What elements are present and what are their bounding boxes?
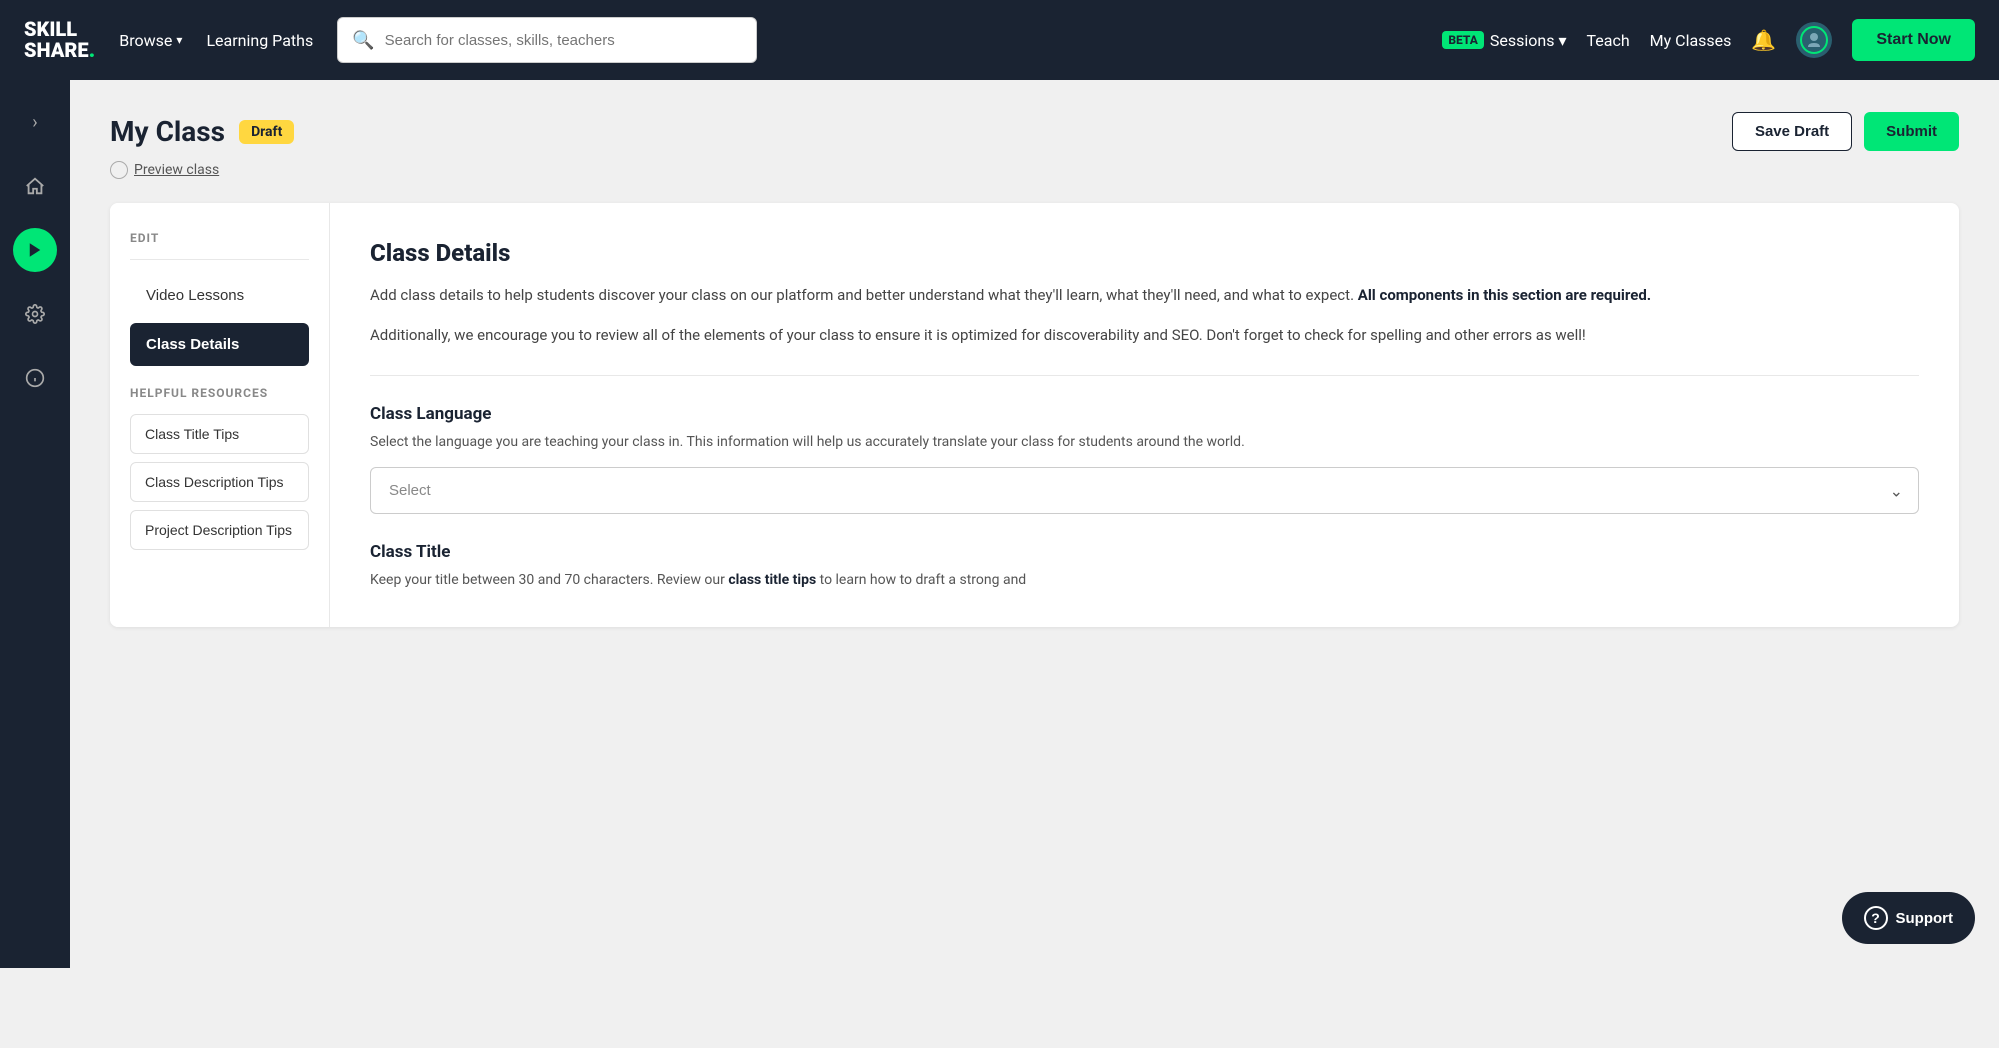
- resource-project-description-tips[interactable]: Project Description Tips: [130, 510, 309, 550]
- card-container: EDIT Video Lessons Class Details HELPFUL…: [110, 203, 1959, 627]
- search-icon: 🔍: [352, 30, 374, 51]
- draft-badge: Draft: [239, 120, 294, 144]
- resource-class-description-tips[interactable]: Class Description Tips: [130, 462, 309, 502]
- sidebar-home-btn[interactable]: [13, 164, 57, 208]
- search-bar[interactable]: 🔍: [337, 17, 757, 63]
- right-panel: Class Details Add class details to help …: [330, 203, 1959, 627]
- logo-share: SHARE: [24, 40, 89, 61]
- start-now-button[interactable]: Start Now: [1852, 19, 1975, 61]
- submit-button[interactable]: Submit: [1864, 112, 1959, 151]
- section-desc: Add class details to help students disco…: [370, 283, 1919, 307]
- learning-paths-nav[interactable]: Learning Paths: [206, 31, 313, 50]
- section-title: Class Details: [370, 239, 1919, 267]
- beta-badge: BETA: [1442, 31, 1484, 49]
- page-title-row: My Class Draft: [110, 115, 294, 148]
- support-button[interactable]: ? Support: [1842, 892, 1976, 944]
- resource-class-title-tips[interactable]: Class Title Tips: [130, 414, 309, 454]
- nav-right: BETA Sessions ▾ Teach My Classes 🔔 Start…: [1442, 19, 1975, 61]
- preview-circle-icon: [110, 161, 128, 179]
- page-header: My Class Draft Save Draft Submit: [110, 112, 1959, 151]
- save-draft-button[interactable]: Save Draft: [1732, 112, 1852, 151]
- page-wrapper: › My Class Draft Save Draft Submit: [0, 80, 1999, 968]
- page-title: My Class: [110, 115, 225, 148]
- edit-label: EDIT: [130, 231, 309, 245]
- class-language-field: Class Language Select the language you a…: [370, 404, 1919, 514]
- sidebar-expand-btn[interactable]: ›: [13, 100, 57, 144]
- left-panel: EDIT Video Lessons Class Details HELPFUL…: [110, 203, 330, 627]
- avatar[interactable]: [1796, 22, 1832, 58]
- my-classes-nav[interactable]: My Classes: [1650, 31, 1732, 50]
- logo[interactable]: SKILL SHARE .: [24, 19, 95, 62]
- logo-skill: SKILL: [24, 19, 77, 40]
- helpful-resources-label: HELPFUL RESOURCES: [130, 386, 309, 400]
- menu-item-class-details[interactable]: Class Details: [130, 323, 309, 366]
- language-select[interactable]: Select English Spanish French German Por…: [370, 467, 1919, 514]
- sidebar: ›: [0, 80, 70, 968]
- support-question-icon: ?: [1864, 906, 1888, 930]
- preview-class-link[interactable]: Preview class: [110, 161, 1959, 179]
- sessions-nav[interactable]: BETA Sessions ▾: [1442, 31, 1566, 50]
- menu-item-video-lessons[interactable]: Video Lessons: [130, 274, 309, 317]
- sessions-label: Sessions ▾: [1490, 31, 1567, 50]
- language-select-wrapper: Select English Spanish French German Por…: [370, 467, 1919, 514]
- navbar: SKILL SHARE . Browse ▾ Learning Paths 🔍 …: [0, 0, 1999, 80]
- language-label: Class Language: [370, 404, 1919, 424]
- avatar-inner: [1800, 26, 1828, 54]
- notifications-icon[interactable]: 🔔: [1751, 28, 1776, 52]
- class-title-tips-link[interactable]: class title tips: [728, 572, 816, 588]
- menu-divider: [130, 259, 309, 260]
- title-desc: Keep your title between 30 and 70 charac…: [370, 570, 1919, 591]
- sidebar-gear-btn[interactable]: [13, 292, 57, 336]
- browse-chevron-icon: ▾: [176, 33, 182, 47]
- sidebar-play-btn[interactable]: [13, 228, 57, 272]
- sidebar-info-btn[interactable]: [13, 356, 57, 400]
- logo-dot: .: [89, 40, 96, 62]
- header-actions: Save Draft Submit: [1732, 112, 1959, 151]
- main-content: My Class Draft Save Draft Submit Preview…: [70, 80, 1999, 968]
- class-title-field: Class Title Keep your title between 30 a…: [370, 542, 1919, 591]
- sessions-chevron-icon: ▾: [1558, 31, 1566, 50]
- search-input[interactable]: [385, 32, 743, 49]
- browse-nav[interactable]: Browse ▾: [119, 31, 182, 50]
- section-desc2: Additionally, we encourage you to review…: [370, 323, 1919, 347]
- title-label: Class Title: [370, 542, 1919, 562]
- divider: [370, 375, 1919, 376]
- language-desc: Select the language you are teaching you…: [370, 432, 1919, 453]
- teach-nav[interactable]: Teach: [1586, 31, 1629, 50]
